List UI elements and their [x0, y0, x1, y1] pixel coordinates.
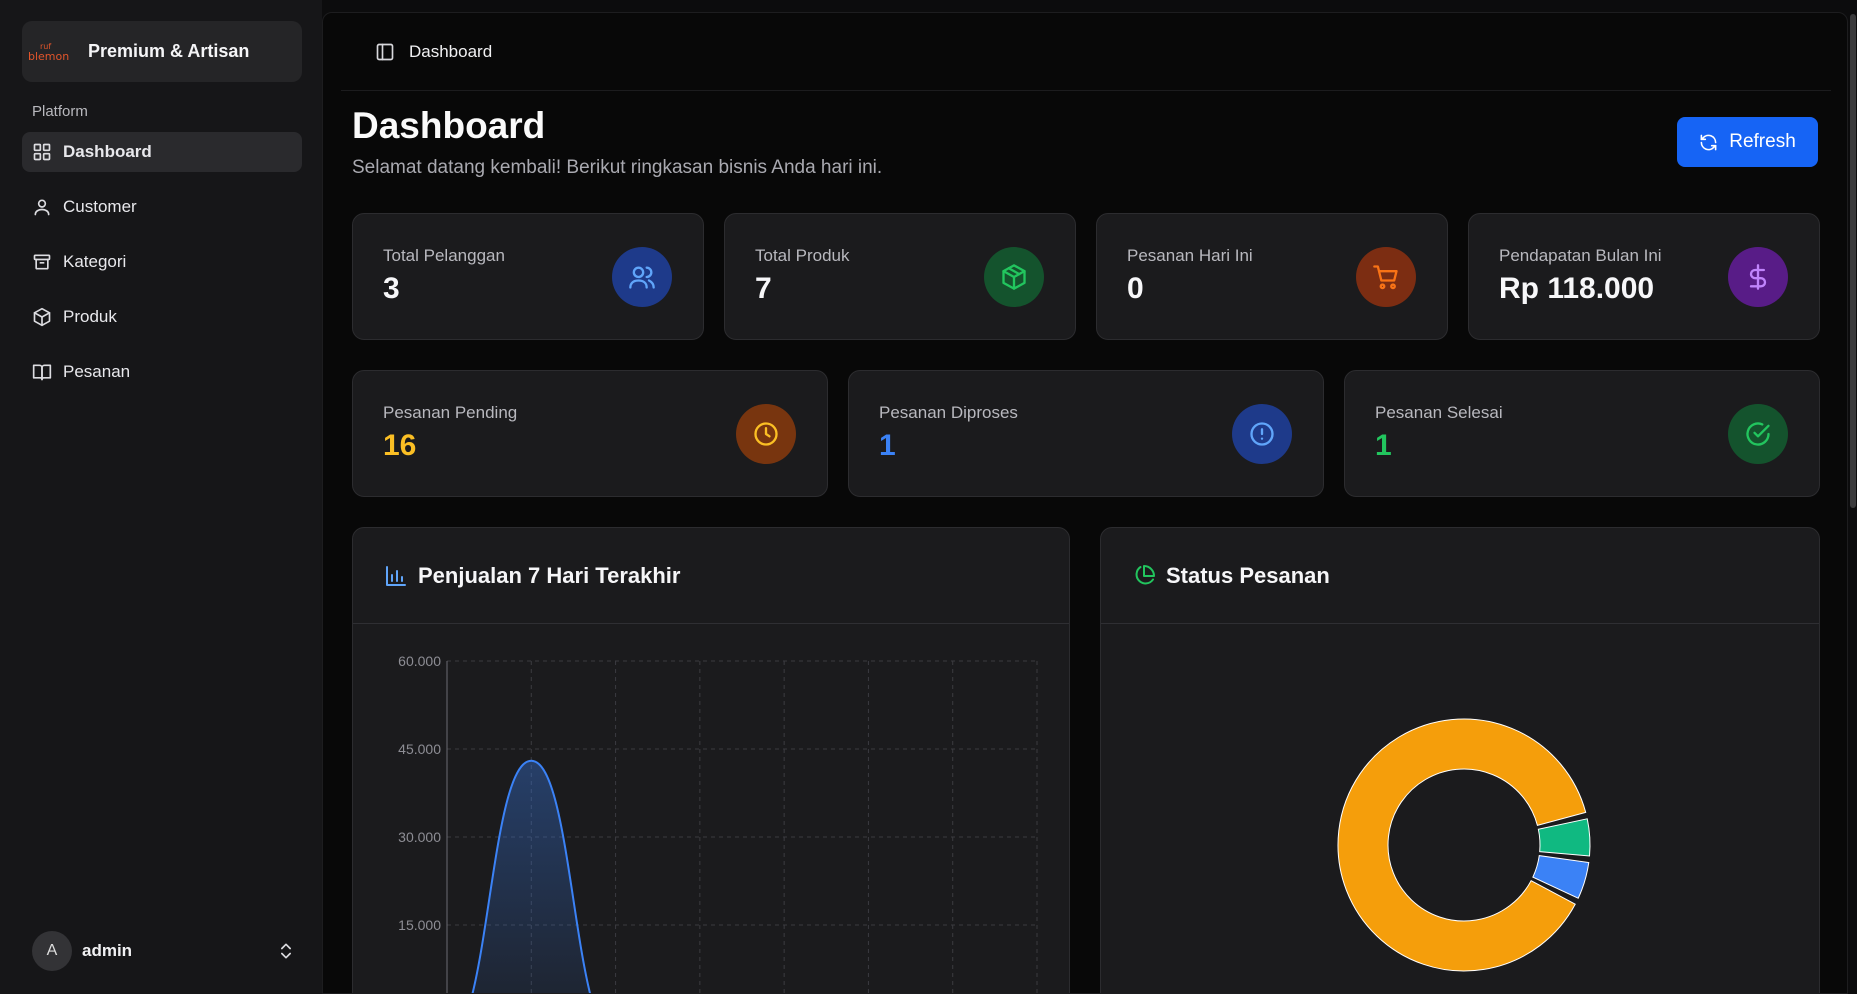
user-name: admin — [82, 941, 133, 960]
users-icon — [629, 266, 655, 289]
box-icon — [1002, 264, 1026, 290]
sidebar-item-label: Produk — [63, 307, 117, 326]
refresh-icon — [1700, 134, 1717, 150]
sidebar-item-produk[interactable]: Produk — [22, 297, 302, 337]
donut-slice — [1537, 818, 1591, 857]
book-icon — [32, 364, 52, 381]
sidebar-item-label: Pesanan — [63, 362, 131, 381]
stat-icon-wrap — [612, 247, 672, 307]
stat-value: 7 — [755, 272, 772, 305]
sidebar: ruf blemon Premium & Artisan Platform Da… — [0, 0, 322, 994]
panel-header: Penjualan 7 Hari Terakhir — [353, 528, 1069, 624]
stat-value: 1 — [879, 429, 896, 462]
sales-chart: 60.000 45.000 30.000 15.000 — [398, 653, 1038, 993]
status-donut-chart — [1337, 718, 1591, 972]
grid-icon — [33, 143, 51, 161]
logo-text-bottom: blemon — [28, 50, 69, 63]
check-circle-icon — [1746, 422, 1770, 446]
panel-title: Penjualan 7 Hari Terakhir — [418, 562, 681, 588]
stat-card-pendapatan-bulan-ini: Pendapatan Bulan Ini Rp 118.000 — [1468, 213, 1820, 340]
sidebar-item-label: Customer — [63, 197, 137, 216]
stat-value: 0 — [1127, 272, 1144, 305]
refresh-label: Refresh — [1729, 131, 1796, 152]
stat-card-total-pelanggan: Total Pelanggan 3 — [352, 213, 704, 340]
stat-card-pesanan-hari-ini: Pesanan Hari Ini 0 — [1096, 213, 1448, 340]
archive-icon — [33, 254, 51, 270]
box-icon — [33, 307, 51, 327]
y-tick-label: 45.000 — [398, 741, 441, 757]
stat-card-pesanan-selesai: Pesanan Selesai 1 — [1344, 370, 1820, 497]
stat-icon-wrap — [1728, 404, 1788, 464]
avatar: A — [32, 931, 72, 971]
status-chart-panel: Status Pesanan — [1100, 527, 1820, 993]
y-tick-label: 30.000 — [398, 829, 441, 845]
sidebar-item-pesanan[interactable]: Pesanan — [22, 352, 302, 392]
nav-section-label: Platform — [32, 103, 88, 120]
stat-label: Pendapatan Bulan Ini — [1499, 246, 1662, 265]
sidebar-nav: Dashboard Customer Kategori Produk Pesan… — [22, 132, 302, 407]
stat-card-total-produk: Total Produk 7 — [724, 213, 1076, 340]
stat-label: Total Pelanggan — [383, 246, 505, 265]
stat-icon-wrap — [1356, 247, 1416, 307]
stat-card-pesanan-pending: Pesanan Pending 16 — [352, 370, 828, 497]
panel-title: Status Pesanan — [1166, 562, 1330, 588]
chevrons-up-down-icon — [276, 941, 296, 961]
top-bar: Dashboard — [341, 13, 1831, 91]
users-icon — [34, 199, 50, 216]
stat-icon-wrap — [984, 247, 1044, 307]
panel-header: Status Pesanan — [1101, 528, 1819, 624]
stat-value: 1 — [1375, 429, 1392, 462]
brand-header[interactable]: ruf blemon Premium & Artisan — [22, 21, 302, 82]
stat-card-pesanan-diproses: Pesanan Diproses 1 — [848, 370, 1324, 497]
sidebar-item-label: Kategori — [63, 252, 127, 271]
refresh-button[interactable]: Refresh — [1677, 117, 1818, 167]
sidebar-item-label: Dashboard — [63, 142, 152, 161]
cart-icon — [1373, 265, 1398, 290]
y-tick-label: 15.000 — [398, 917, 441, 933]
page-title: Dashboard — [352, 105, 546, 146]
stat-value: Rp 118.000 — [1499, 272, 1655, 305]
user-menu[interactable]: A admin — [32, 931, 296, 971]
stat-label: Pesanan Pending — [383, 403, 518, 422]
stat-label: Pesanan Hari Ini — [1127, 246, 1253, 265]
sales-chart-panel: Penjualan 7 Hari Terakhir 60.000 45.000 30… — [352, 527, 1070, 993]
stat-value: 16 — [383, 429, 417, 462]
stat-value: 3 — [383, 272, 400, 305]
brand-logo: ruf blemon — [26, 37, 76, 67]
stat-icon-wrap — [1232, 404, 1292, 464]
stat-label: Pesanan Selesai — [1375, 403, 1503, 422]
sidebar-toggle-icon[interactable] — [375, 42, 395, 62]
stat-label: Total Produk — [755, 246, 850, 265]
bar-chart-icon — [386, 565, 406, 586]
sidebar-item-customer[interactable]: Customer — [22, 187, 302, 227]
dollar-icon — [1749, 264, 1767, 290]
scrollbar-thumb[interactable] — [1850, 14, 1856, 508]
pie-chart-icon — [1135, 564, 1155, 584]
y-tick-label: 60.000 — [398, 653, 441, 669]
page-subtitle: Selamat datang kembali! Berikut ringkasa… — [352, 157, 883, 178]
stat-icon-wrap — [1728, 247, 1788, 307]
sidebar-item-kategori[interactable]: Kategori — [22, 242, 302, 282]
breadcrumb: Dashboard — [409, 41, 493, 61]
stat-icon-wrap — [736, 404, 796, 464]
clock-icon — [754, 422, 778, 446]
main-content: Dashboard Dashboard Selamat datang kemba… — [322, 12, 1848, 994]
brand-name: Premium & Artisan — [88, 41, 250, 61]
alert-circle-icon — [1250, 422, 1274, 446]
sidebar-item-dashboard[interactable]: Dashboard — [22, 132, 302, 172]
stat-label: Pesanan Diproses — [879, 403, 1018, 422]
